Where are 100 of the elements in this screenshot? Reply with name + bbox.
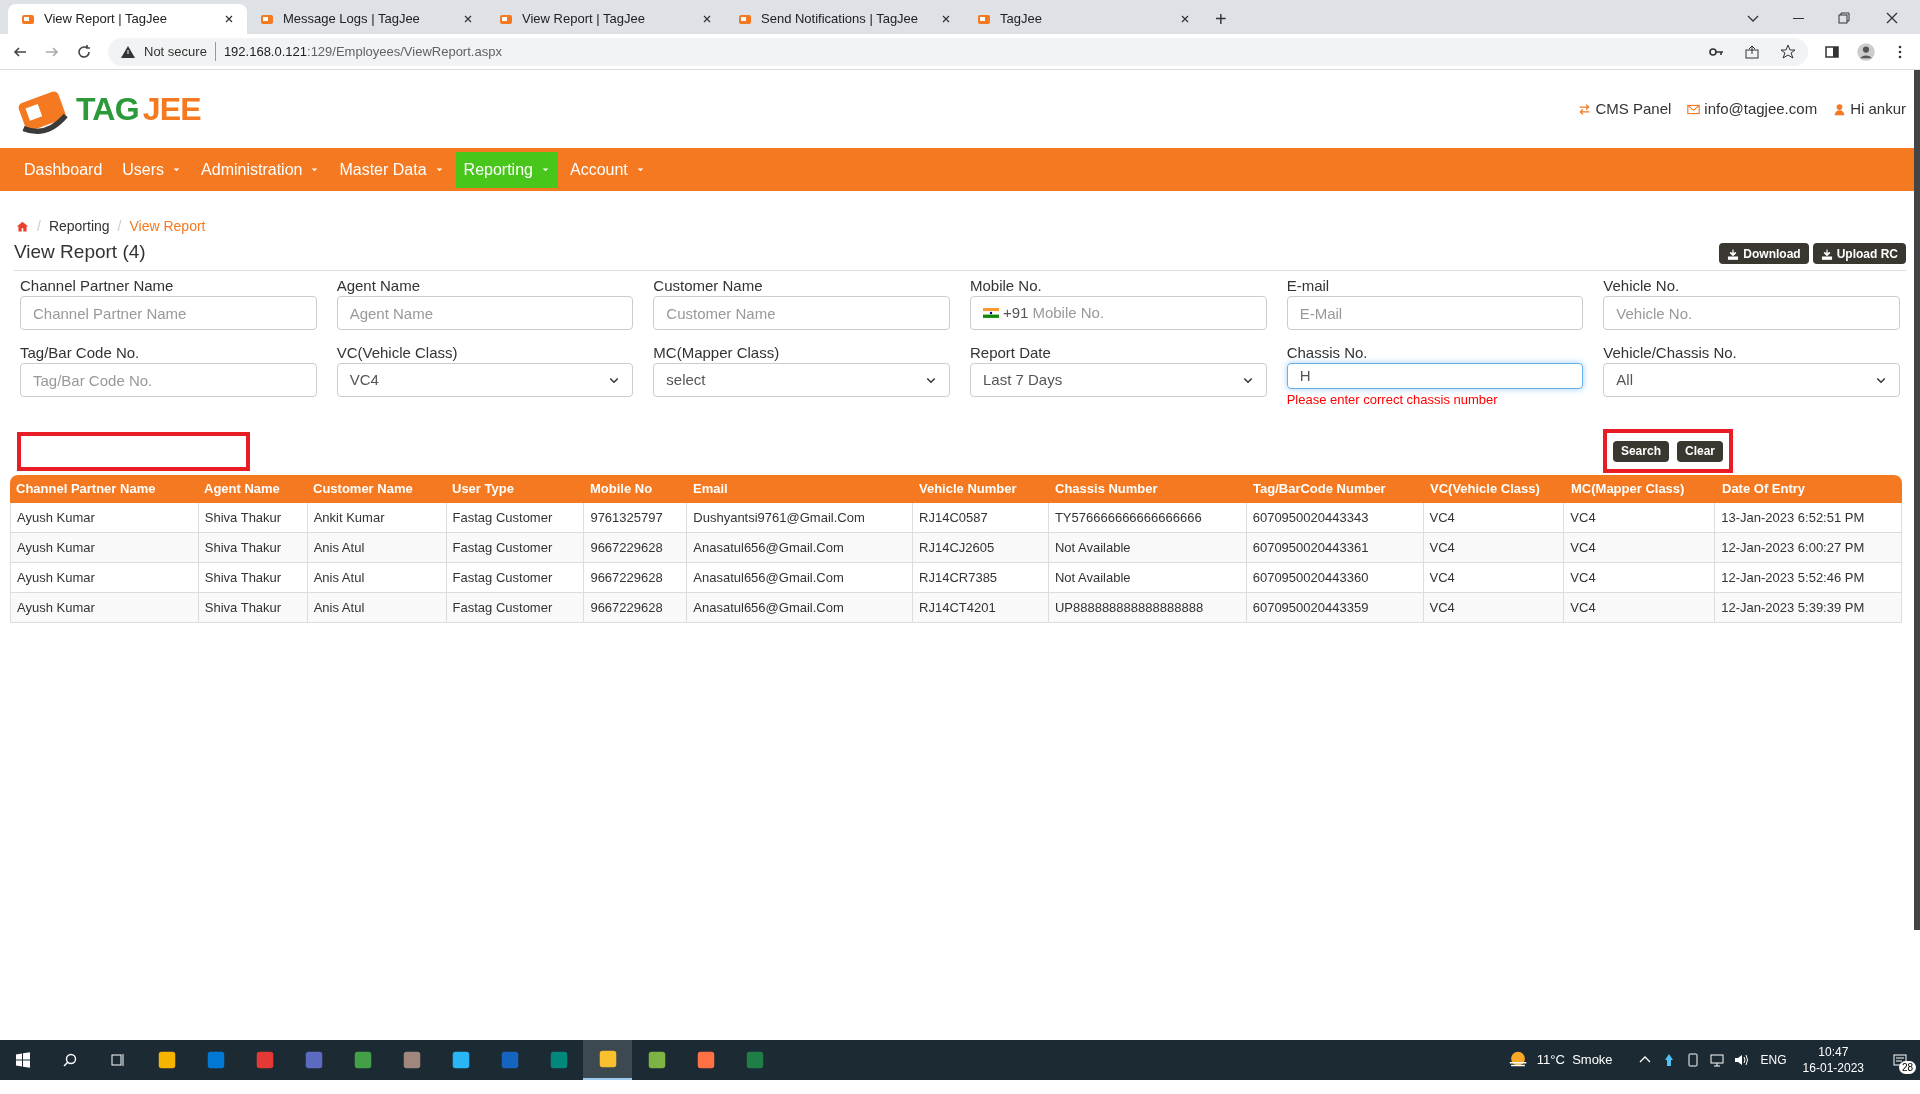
table-cell: TY576666666666666666 <box>1048 503 1247 532</box>
select-field[interactable]: Last 7 Days <box>970 363 1267 397</box>
table-cell: 6070950020443343 <box>1246 503 1424 532</box>
profile-icon <box>1856 41 1876 62</box>
notification-button[interactable]: 28 <box>1880 1040 1920 1080</box>
input-field[interactable]: Vehicle No. <box>1603 296 1900 330</box>
table-cell: RJ14C0587 <box>913 503 1049 532</box>
field-label: Agent Name <box>336 276 422 296</box>
field-label: E-mail <box>1286 276 1331 296</box>
table-cell-text: 13-Jan-2023 6:52:51 PM <box>1720 508 1866 527</box>
header-link[interactable]: CMS Panel <box>1578 97 1672 121</box>
input-field[interactable]: E-Mail <box>1286 296 1584 330</box>
table-cell-text: 12-Jan-2023 6:00:27 PM <box>1720 538 1866 557</box>
taskbar-app[interactable] <box>583 1040 632 1080</box>
column-header: Channel Partner Name <box>15 480 157 499</box>
url-text[interactable]: 192.168.0.121:129/Employees/ViewReport.aspx <box>223 41 502 62</box>
tab-title: TagJee <box>1000 10 1043 29</box>
input-field[interactable]: Tag/Bar Code No. <box>20 363 317 397</box>
column-header: Date Of Entry <box>1721 480 1807 499</box>
select-field[interactable]: select <box>653 363 950 397</box>
table-cell: Fastag Customer <box>446 533 585 562</box>
field-label: Chassis No. <box>1286 343 1369 363</box>
field-label: Customer Name <box>653 276 764 296</box>
security-label: Not secure <box>144 41 216 62</box>
table-cell: VC4 <box>1423 503 1565 532</box>
column-header: User Type <box>451 480 515 499</box>
table-cell: Not Available <box>1048 563 1247 592</box>
upload-download-icon <box>1820 247 1833 260</box>
breadcrumb-separator: / <box>37 216 41 236</box>
new-tab-button[interactable]: + <box>1203 4 1239 34</box>
column-header: Mobile No <box>589 480 654 499</box>
table-cell: Fastag Customer <box>446 593 585 622</box>
table-cell: Shiva Thakur <box>198 533 308 562</box>
star-icon <box>1780 43 1796 60</box>
select-field[interactable]: VC4 <box>336 363 634 397</box>
table-cell: RJ14CT4201 <box>913 593 1049 622</box>
table-cell: Anis Atul <box>307 533 447 562</box>
column-header: Email <box>692 480 729 499</box>
network-icon <box>1708 1052 1725 1068</box>
input-field[interactable]: Customer Name <box>653 296 950 330</box>
tab-title: View Report | TagJee <box>44 10 168 29</box>
browser-tab[interactable]: View Report | TagJee <box>8 4 247 34</box>
field-label: VC(Vehicle Class) <box>336 343 459 363</box>
header-link[interactable]: Hi ankur <box>1833 97 1906 121</box>
field-label: MC(Mapper Class) <box>653 343 781 363</box>
table-cell: VC4 <box>1564 593 1716 622</box>
input-field[interactable]: H <box>1286 363 1584 389</box>
close-icon <box>1179 13 1191 25</box>
column-header: VC(Vehicle Class) <box>1429 480 1541 499</box>
table-cell: Ayush Kumar <box>11 563 199 592</box>
action-button[interactable]: Download <box>1719 243 1809 264</box>
phone-field[interactable]: +91 Mobile No. <box>970 296 1267 330</box>
table-cell: 9667229628 <box>584 593 688 622</box>
close-icon <box>701 13 713 25</box>
table-cell: Fastag Customer <box>446 503 585 532</box>
side-panel-icon <box>1824 43 1840 60</box>
table-cell: VC4 <box>1423 593 1565 622</box>
table-cell: Anis Atul <box>307 563 447 592</box>
column-header: Agent Name <box>203 480 281 499</box>
table-cell: Anasatul656@Gmail.Com <box>687 563 914 592</box>
close-icon <box>462 13 474 25</box>
browser-tab[interactable]: View Report | TagJee <box>486 4 725 34</box>
column-header: Tag/BarCode Number <box>1252 480 1387 499</box>
weather-text: 11°C Smoke <box>1536 1051 1613 1070</box>
action-button[interactable]: Upload RC <box>1812 243 1906 264</box>
language-indicator[interactable]: ENG <box>1760 1051 1787 1069</box>
table-cell: Ayush Kumar <box>11 533 199 562</box>
field-label: Vehicle No. <box>1603 276 1681 296</box>
header-link[interactable]: info@tagjee.com <box>1687 97 1818 121</box>
table-cell: 9667229628 <box>584 563 688 592</box>
browser-tab[interactable]: Send Notifications | TagJee <box>725 4 964 34</box>
table-cell: Dushyantsi9761@Gmail.Com <box>687 503 914 532</box>
restore-icon <box>1836 10 1852 26</box>
breadcrumb-link[interactable]: Reporting <box>48 215 110 237</box>
action-button[interactable]: Clear <box>1676 440 1723 462</box>
envelope-icon <box>1687 102 1701 116</box>
clock-date: 16-01-2023 <box>1802 1060 1864 1076</box>
clock-time: 10:47 <box>1818 1044 1849 1060</box>
upload-download-icon <box>1727 247 1740 260</box>
input-field[interactable]: Channel Partner Name <box>20 296 317 330</box>
field-label: Mobile No. <box>970 276 1043 296</box>
table-cell: Ayush Kumar <box>11 593 199 622</box>
person-icon <box>1833 102 1847 116</box>
table-cell: VC4 <box>1564 533 1716 562</box>
table-cell-text: 12-Jan-2023 5:52:46 PM <box>1720 568 1866 587</box>
column-header: MC(Mapper Class) <box>1570 480 1686 499</box>
table-cell: Not Available <box>1048 533 1247 562</box>
table-cell: Fastag Customer <box>446 563 585 592</box>
error-message: Please enter correct chassis number <box>1286 390 1499 409</box>
close-icon <box>940 13 952 25</box>
table-cell: 6070950020443360 <box>1246 563 1424 592</box>
browser-tab[interactable]: Message Logs | TagJee <box>247 4 486 34</box>
select-field[interactable]: All <box>1603 363 1900 397</box>
column-header: Customer Name <box>312 480 414 499</box>
action-button[interactable]: Search <box>1612 440 1669 462</box>
table-cell: 6070950020443361 <box>1246 533 1424 562</box>
input-field[interactable]: Agent Name <box>336 296 634 330</box>
browser-tab[interactable]: TagJee <box>964 4 1203 34</box>
table-cell: VC4 <box>1564 563 1716 592</box>
column-header: Chassis Number <box>1054 480 1159 499</box>
